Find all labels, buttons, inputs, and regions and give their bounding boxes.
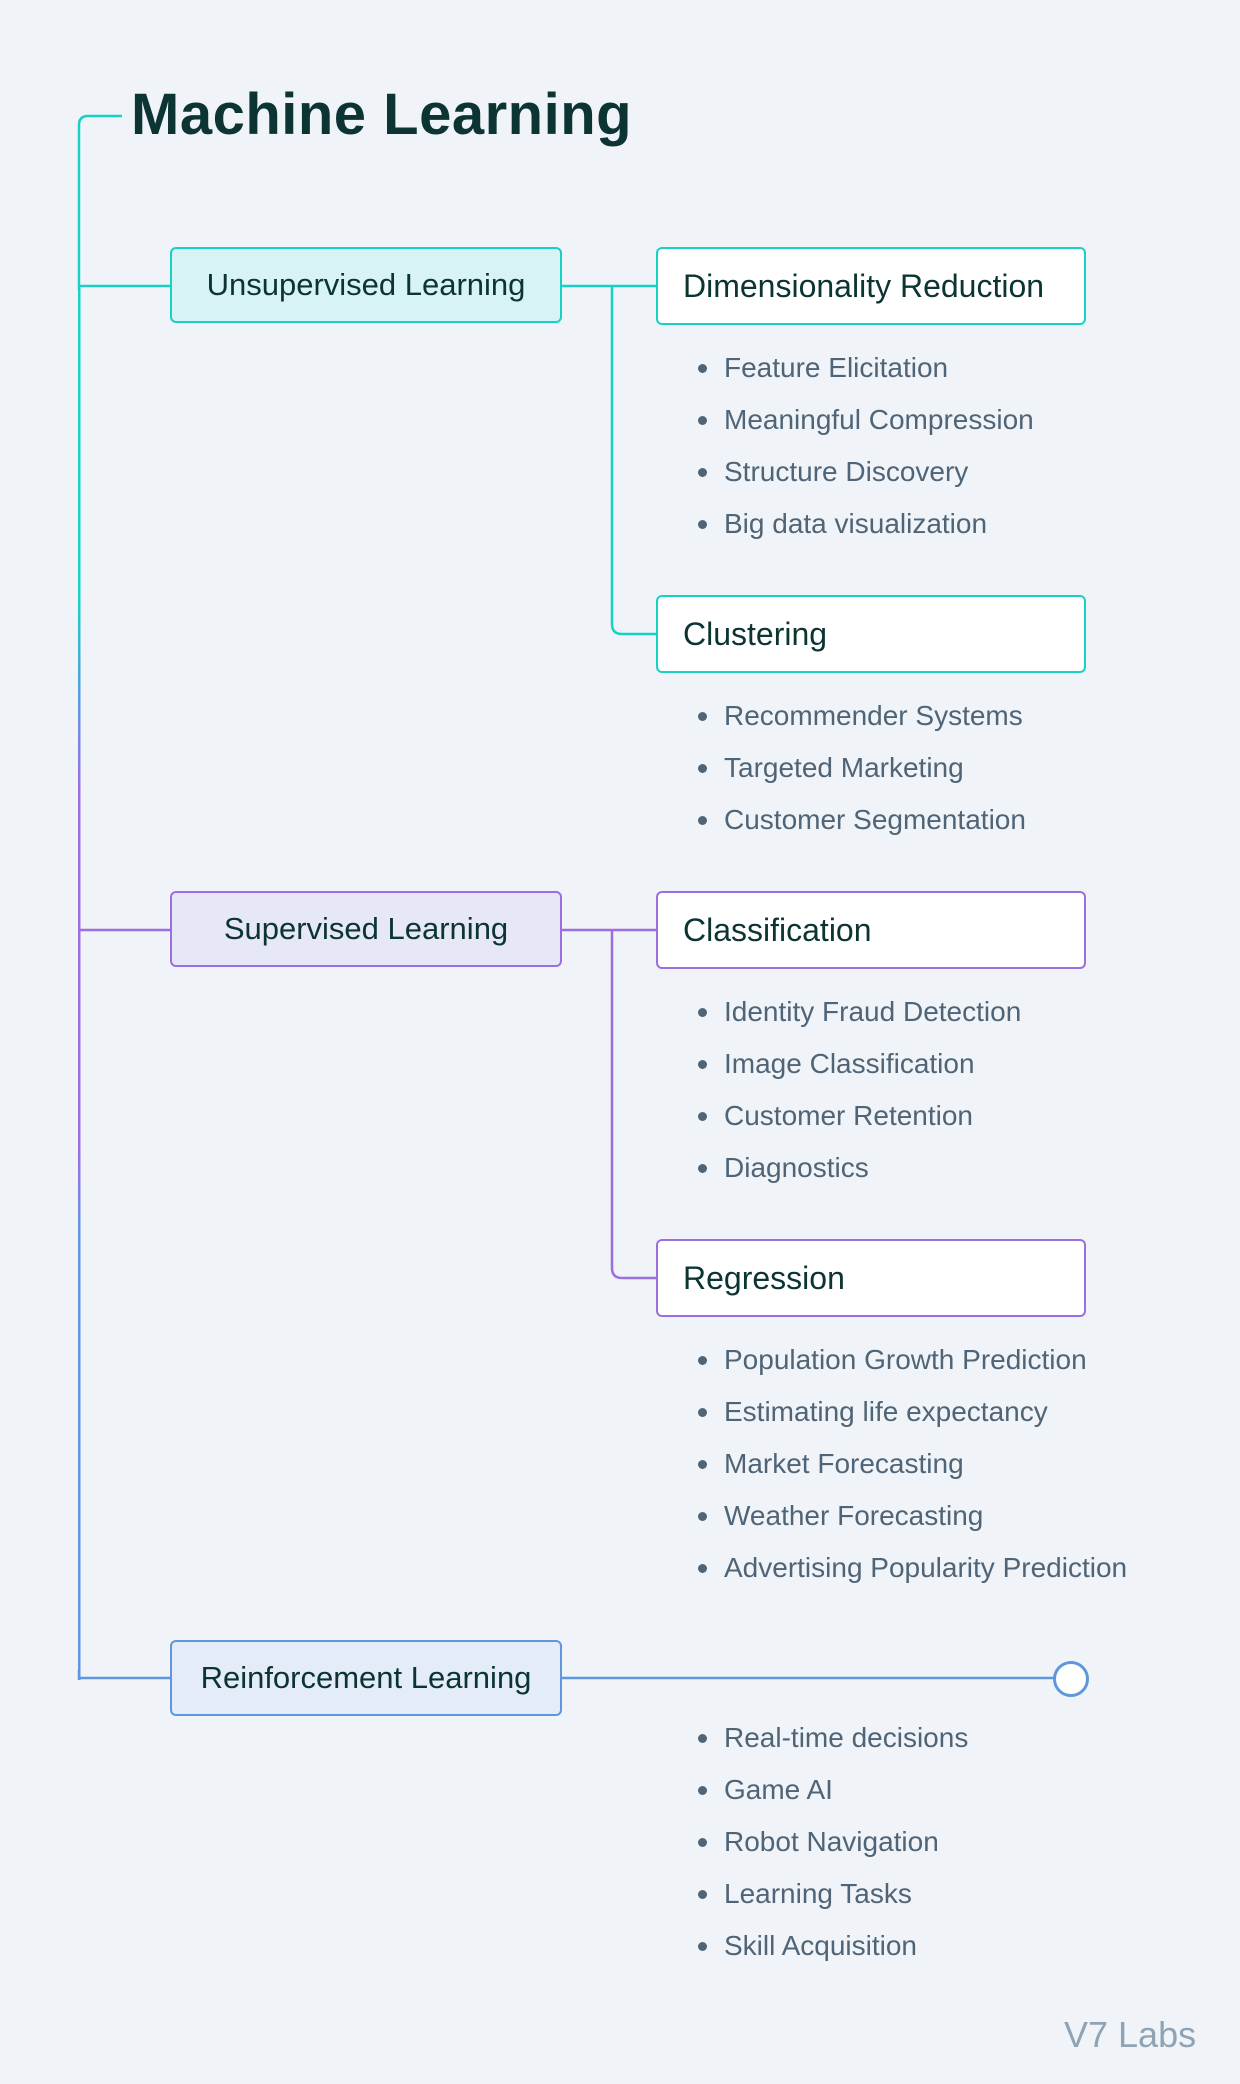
list-item: Weather Forecasting [696, 1490, 1127, 1542]
node-label: Classification [683, 911, 872, 948]
list-item: Market Forecasting [696, 1438, 1127, 1490]
node-regression[interactable]: Regression [656, 1239, 1086, 1317]
footer-brand: V7 Labs [1064, 2014, 1197, 2055]
list-item: Image Classification [696, 1038, 1021, 1090]
branch-line-reinforcement [77, 1670, 170, 1680]
list-item: Skill Acquisition [696, 1920, 968, 1972]
list-regression: Population Growth Prediction Estimating … [696, 1334, 1127, 1594]
list-item: Big data visualization [696, 498, 1034, 550]
list-item: Diagnostics [696, 1142, 1021, 1194]
end-node-circle-icon [1053, 1661, 1089, 1697]
list-classification: Identity Fraud Detection Image Classific… [696, 986, 1021, 1194]
list-dimensionality-reduction: Feature Elicitation Meaningful Compressi… [696, 342, 1034, 550]
page-title: Machine Learning [131, 82, 633, 147]
bullet-icon [698, 1942, 707, 1951]
node-clustering[interactable]: Clustering [656, 595, 1086, 673]
bullet-icon [698, 1408, 707, 1417]
bullet-icon [698, 1890, 707, 1899]
title-connector [77, 114, 122, 290]
bullet-icon [698, 1356, 707, 1365]
bullet-icon [698, 1460, 707, 1469]
bullet-icon [698, 1734, 707, 1743]
main-spine [78, 288, 81, 1680]
bullet-icon [698, 1786, 707, 1795]
bullet-icon [698, 712, 707, 721]
list-clustering: Recommender Systems Targeted Marketing C… [696, 690, 1026, 846]
list-item: Population Growth Prediction [696, 1334, 1127, 1386]
bullet-icon [698, 468, 707, 477]
list-item: Feature Elicitation [696, 342, 1034, 394]
node-reinforcement-learning[interactable]: Reinforcement Learning [170, 1640, 562, 1716]
bullet-icon [698, 1838, 707, 1847]
list-item: Structure Discovery [696, 446, 1034, 498]
list-item: Recommender Systems [696, 690, 1026, 742]
node-label: Dimensionality Reduction [683, 267, 1045, 304]
bullet-icon [698, 364, 707, 373]
sub-connector-unsupervised [610, 286, 656, 636]
bullet-icon [698, 1060, 707, 1069]
bullet-icon [698, 764, 707, 773]
bullet-icon [698, 1512, 707, 1521]
bullet-icon [698, 816, 707, 825]
bullet-icon [698, 1164, 707, 1173]
bullet-icon [698, 520, 707, 529]
node-label: Regression [683, 1259, 845, 1296]
bullet-icon [698, 1564, 707, 1573]
list-item: Game AI [696, 1764, 968, 1816]
list-item: Customer Segmentation [696, 794, 1026, 846]
bullet-icon [698, 1008, 707, 1017]
list-item: Advertising Popularity Prediction [696, 1542, 1127, 1594]
node-unsupervised-learning[interactable]: Unsupervised Learning [170, 247, 562, 323]
bullet-icon [698, 1112, 707, 1121]
node-supervised-learning[interactable]: Supervised Learning [170, 891, 562, 967]
list-reinforcement: Real-time decisions Game AI Robot Naviga… [696, 1712, 968, 1972]
node-classification[interactable]: Classification [656, 891, 1086, 969]
list-item: Learning Tasks [696, 1868, 968, 1920]
list-item: Real-time decisions [696, 1712, 968, 1764]
list-item: Customer Retention [696, 1090, 1021, 1142]
list-item: Robot Navigation [696, 1816, 968, 1868]
list-item: Meaningful Compression [696, 394, 1034, 446]
list-item: Estimating life expectancy [696, 1386, 1127, 1438]
node-dimensionality-reduction[interactable]: Dimensionality Reduction [656, 247, 1086, 325]
list-item: Targeted Marketing [696, 742, 1026, 794]
bullet-icon [698, 416, 707, 425]
sub-connector-supervised [610, 930, 656, 1280]
list-item: Identity Fraud Detection [696, 986, 1021, 1038]
node-label: Clustering [683, 615, 828, 652]
